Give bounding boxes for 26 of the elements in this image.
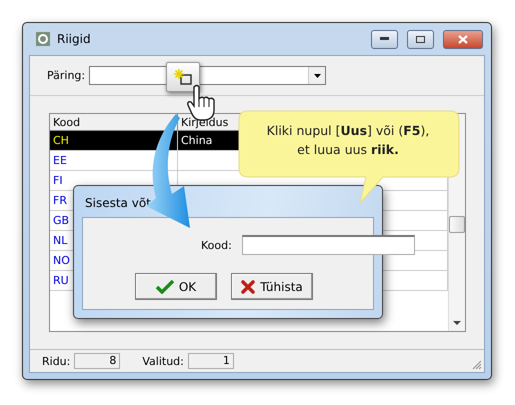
code-input[interactable] <box>242 235 415 255</box>
cancel-button[interactable]: Tühista <box>231 273 313 300</box>
new-button[interactable] <box>166 62 200 92</box>
cross-icon <box>241 280 256 294</box>
rows-label: Ridu: <box>42 354 70 368</box>
sparkle-icon <box>173 68 193 86</box>
table-cell: CH <box>50 131 178 151</box>
code-label: Kood: <box>201 238 232 252</box>
selected-label: Valitud: <box>142 354 184 368</box>
caret-icon <box>314 74 321 78</box>
maximize-icon <box>416 36 425 42</box>
resize-grip-icon[interactable] <box>472 360 482 370</box>
dropdown-button[interactable] <box>308 67 326 84</box>
checkmark-icon <box>156 280 174 294</box>
app-icon <box>35 31 51 47</box>
maximize-button[interactable] <box>407 30 434 48</box>
column-header[interactable]: Kood <box>50 114 178 131</box>
minimize-button[interactable] <box>371 30 398 48</box>
minimize-icon <box>380 37 389 41</box>
close-icon <box>458 34 468 44</box>
ok-button[interactable]: OK <box>135 273 217 300</box>
query-label: Päring: <box>47 69 86 82</box>
rows-count: 8 <box>74 353 120 369</box>
window-title: Riigid <box>57 32 91 46</box>
close-button[interactable] <box>443 30 483 48</box>
selected-count: 1 <box>188 353 234 369</box>
